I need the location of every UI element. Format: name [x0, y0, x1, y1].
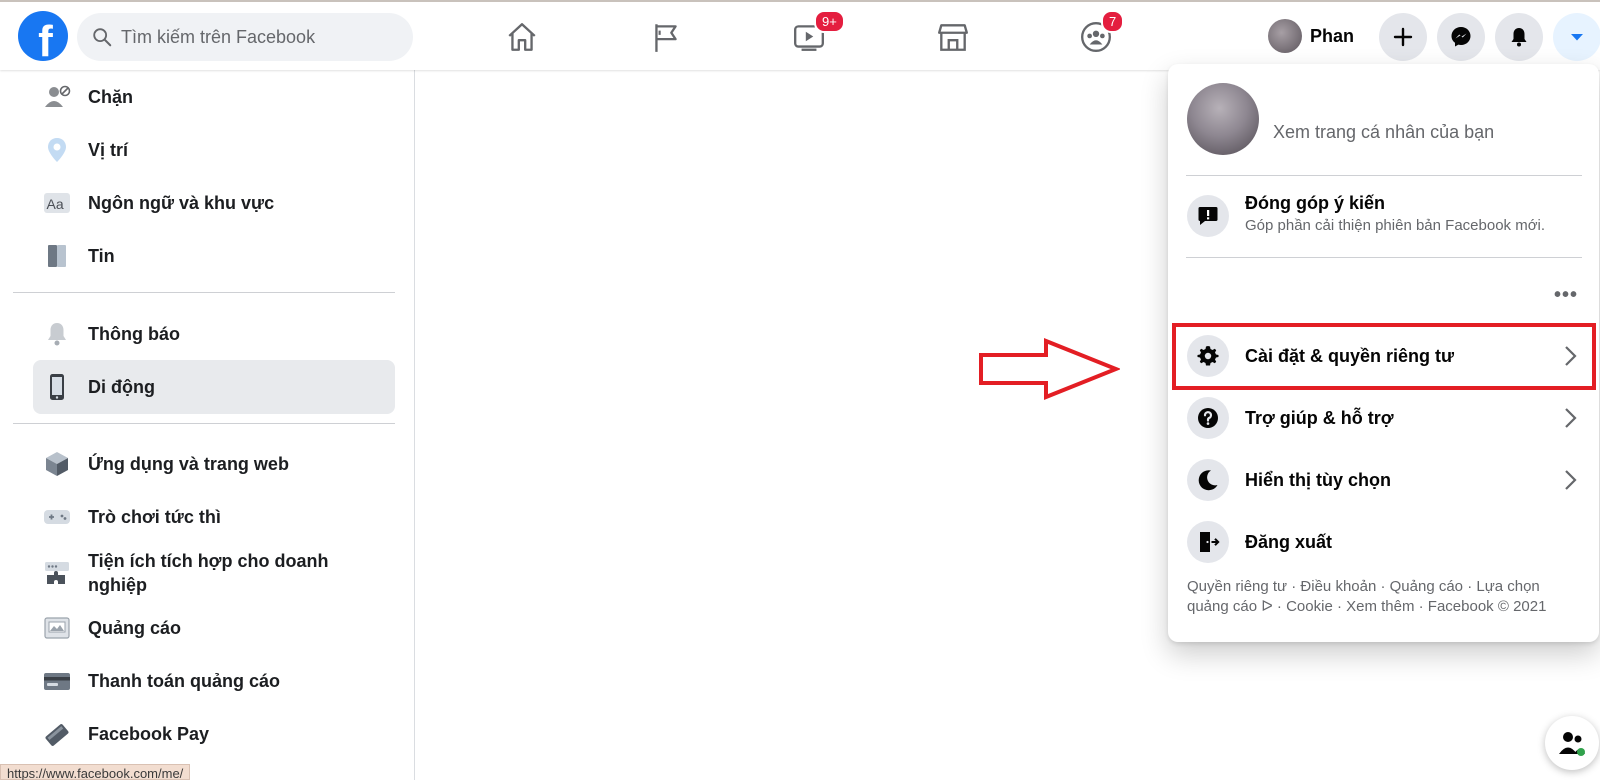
nav-home[interactable]	[499, 14, 545, 60]
sidebar-item-business-integrations[interactable]: Tiện ích tích hợp cho doanh nghiệp	[33, 543, 395, 603]
pay-icon	[41, 718, 73, 750]
menu-item-label: Hiển thị tùy chọn	[1245, 469, 1391, 490]
card-icon	[41, 665, 73, 697]
store-icon	[938, 24, 968, 51]
sidebar-item-label: Di động	[88, 377, 155, 397]
nav-pages[interactable]	[643, 14, 689, 60]
menu-item-label: Trợ giúp & hỗ trợ	[1245, 407, 1394, 428]
annotation-arrow	[979, 338, 1120, 400]
profile-avatar[interactable]	[1187, 83, 1259, 155]
nav-watch[interactable]: 9+	[786, 10, 845, 60]
feedback-title[interactable]: Đóng góp ý kiến	[1245, 193, 1385, 214]
new-message-button[interactable]	[1545, 716, 1599, 770]
nav-marketplace[interactable]	[930, 14, 976, 60]
sidebar-item-label: Chặn	[88, 87, 133, 107]
sidebar-item-label: Thông báo	[88, 324, 180, 344]
search-icon	[93, 28, 112, 47]
moon-icon	[1198, 470, 1218, 491]
feedback-subtitle: Góp phần cải thiện phiên bản Facebook mớ…	[1245, 217, 1546, 234]
gamepad-icon	[41, 501, 73, 533]
avatar	[1268, 19, 1302, 53]
menu-item-help-support[interactable]: Trợ giúp & hỗ trợ	[1178, 389, 1590, 447]
sidebar-item-notifications[interactable]: Thông báo	[33, 307, 395, 361]
caret-down-icon	[1571, 34, 1583, 41]
search-box[interactable]	[77, 13, 413, 61]
menu-footer-links[interactable]: Quyền riêng tư · Điều khoản · Quảng cáo …	[1187, 577, 1582, 617]
sidebar-item-stories[interactable]: Tin	[33, 229, 395, 283]
help-icon-wrap	[1187, 397, 1229, 439]
account-menu: Xem trang cá nhân của bạn Đóng góp ý kiế…	[1168, 64, 1599, 642]
bell-icon	[1511, 28, 1527, 47]
notifications-button[interactable]	[1495, 13, 1543, 61]
sidebar-divider	[13, 292, 395, 293]
help-icon	[1198, 408, 1218, 428]
sidebar-item-instant-games[interactable]: Trò chơi tức thì	[33, 490, 395, 544]
sidebar-item-label: Tiện ích tích hợp cho doanh nghiệp	[88, 551, 329, 595]
more-options-button[interactable]: •••	[1554, 284, 1578, 307]
view-profile-link[interactable]: Xem trang cá nhân của bạn	[1273, 122, 1494, 143]
svg-text:Aa: Aa	[47, 196, 64, 212]
settings-sidebar: Chặn Vị trí Aa Ngôn ngữ và khu vực Tin T…	[0, 70, 415, 780]
plus-icon	[1393, 27, 1413, 47]
sidebar-item-label: Trò chơi tức thì	[88, 507, 221, 527]
moon-icon-wrap	[1187, 459, 1229, 501]
menu-item-label: Đăng xuất	[1245, 531, 1333, 552]
watch-badge: 9+	[814, 10, 845, 33]
top-bar: f 9+ 7 Phan	[0, 0, 1600, 70]
sidebar-item-facebook-pay[interactable]: Facebook Pay	[33, 707, 395, 761]
logout-icon	[1200, 532, 1220, 552]
language-icon: Aa	[41, 187, 73, 219]
nav-groups[interactable]: 7	[1073, 10, 1125, 60]
menu-divider	[1186, 257, 1582, 258]
location-icon	[41, 134, 73, 166]
puzzle-icon	[41, 557, 73, 589]
sidebar-item-label: Tin	[88, 246, 115, 266]
groups-badge: 7	[1101, 10, 1125, 33]
profile-chip[interactable]: Phan	[1268, 16, 1354, 56]
menu-divider	[1186, 175, 1582, 176]
search-input[interactable]	[121, 26, 401, 48]
bell-icon	[41, 318, 73, 350]
sidebar-item-label: Facebook Pay	[88, 724, 210, 744]
menu-item-logout[interactable]: Đăng xuất	[1178, 513, 1590, 571]
mobile-icon	[41, 371, 73, 403]
sidebar-item-label: Thanh toán quảng cáo	[88, 671, 280, 691]
contacts-icon	[1559, 732, 1585, 756]
cube-icon	[41, 448, 73, 480]
sidebar-item-ads[interactable]: Quảng cáo	[33, 601, 395, 655]
menu-item-display[interactable]: Hiển thị tùy chọn	[1178, 451, 1590, 509]
home-icon	[508, 23, 536, 51]
sidebar-divider	[13, 423, 395, 424]
status-bar-url: https://www.facebook.com/me/	[0, 764, 191, 780]
profile-name: Phan	[1310, 25, 1355, 46]
feedback-icon-wrap	[1187, 195, 1229, 237]
sidebar-item-label: Vị trí	[88, 140, 129, 160]
feedback-icon	[1198, 207, 1218, 225]
sidebar-item-language[interactable]: Aa Ngôn ngữ và khu vực	[33, 176, 395, 230]
sidebar-item-mobile[interactable]: Di động	[33, 360, 395, 414]
facebook-logo[interactable]: f	[18, 11, 68, 61]
account-button[interactable]	[1553, 13, 1600, 61]
sidebar-item-location[interactable]: Vị trí	[33, 123, 395, 177]
messenger-icon	[1451, 27, 1471, 47]
messenger-button[interactable]	[1437, 13, 1485, 61]
chevron-right-icon	[1565, 408, 1577, 428]
book-icon	[41, 240, 73, 272]
logout-icon-wrap	[1187, 521, 1229, 563]
chevron-right-icon	[1565, 470, 1577, 490]
sidebar-item-label: Ứng dụng và trang web	[88, 454, 289, 474]
annotation-highlight-box	[1172, 323, 1596, 390]
ad-icon	[41, 612, 73, 644]
sidebar-item-apps[interactable]: Ứng dụng và trang web	[33, 437, 395, 491]
sidebar-item-block[interactable]: Chặn	[33, 70, 395, 124]
sidebar-item-label: Quảng cáo	[88, 618, 182, 638]
block-user-icon	[41, 81, 73, 113]
flag-icon	[655, 24, 677, 52]
sidebar-item-ad-payments[interactable]: Thanh toán quảng cáo	[33, 654, 395, 708]
sidebar-item-label: Ngôn ngữ và khu vực	[88, 193, 275, 213]
create-button[interactable]	[1379, 13, 1427, 61]
